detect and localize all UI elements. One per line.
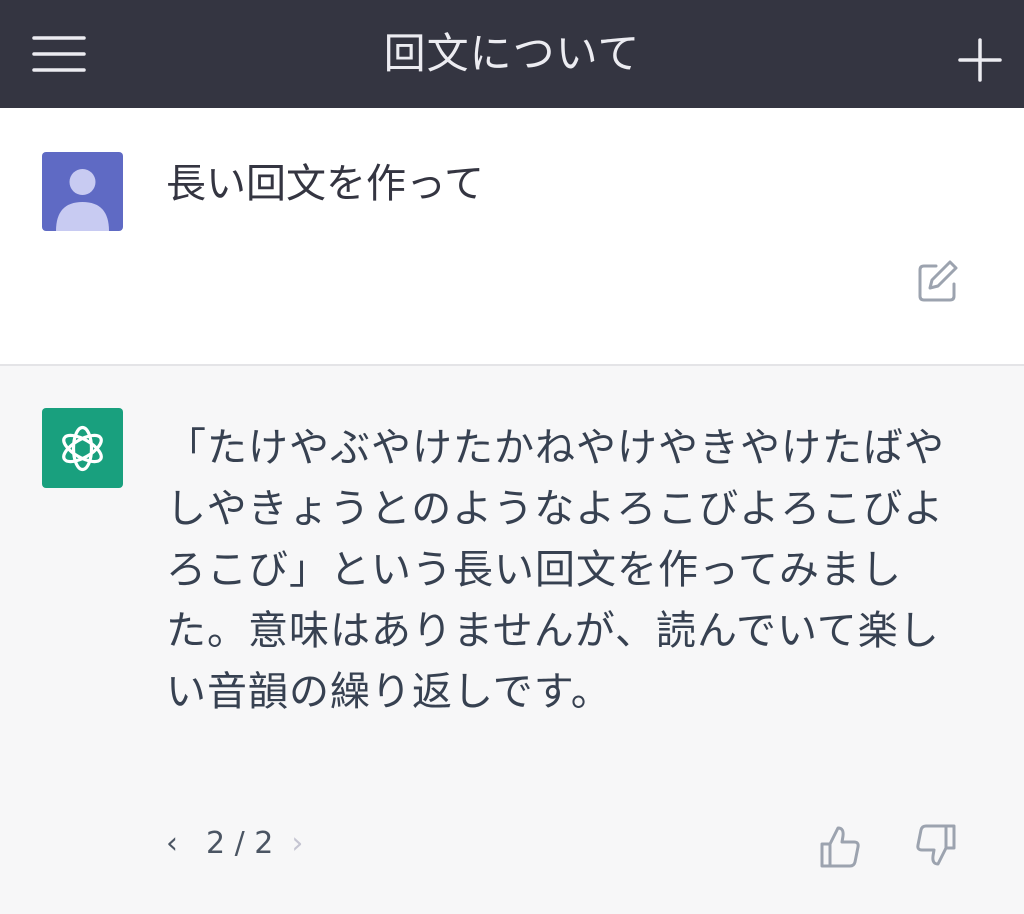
thumbs-down-button[interactable] [908,818,964,874]
plus-icon [958,38,1002,82]
assistant-message-text: 「たけやぶやけたかねやけやきやけたばやしやきょうとのようなよろこびよろこびよろこ… [166,425,945,715]
menu-button[interactable] [22,26,96,84]
user-message-text: 長い回文を作って [166,161,484,207]
openai-logo-icon [42,408,123,488]
hamburger-menu-icon [32,36,86,72]
top-bar: 回文について [0,0,1024,108]
conversation-title: 回文について [383,29,641,78]
response-count: 2 / 2 [206,825,274,861]
next-response-button[interactable]: › [291,826,321,861]
assistant-message-row: 「たけやぶやけたかねやけやきやけたばやしやきょうとのようなよろこびよろこびよろこ… [0,366,1024,914]
edit-icon [918,260,958,302]
user-avatar-icon [42,152,123,231]
thumbs-up-icon [820,826,860,868]
thumbs-down-icon [916,824,956,866]
user-message-row: 長い回文を作って [0,108,1024,366]
response-pager: ‹ 2 / 2 › [166,821,321,865]
new-chat-button[interactable] [944,26,1014,88]
previous-response-button[interactable]: ‹ [166,826,196,861]
thumbs-up-button[interactable] [812,818,868,874]
edit-message-button[interactable] [910,252,966,308]
